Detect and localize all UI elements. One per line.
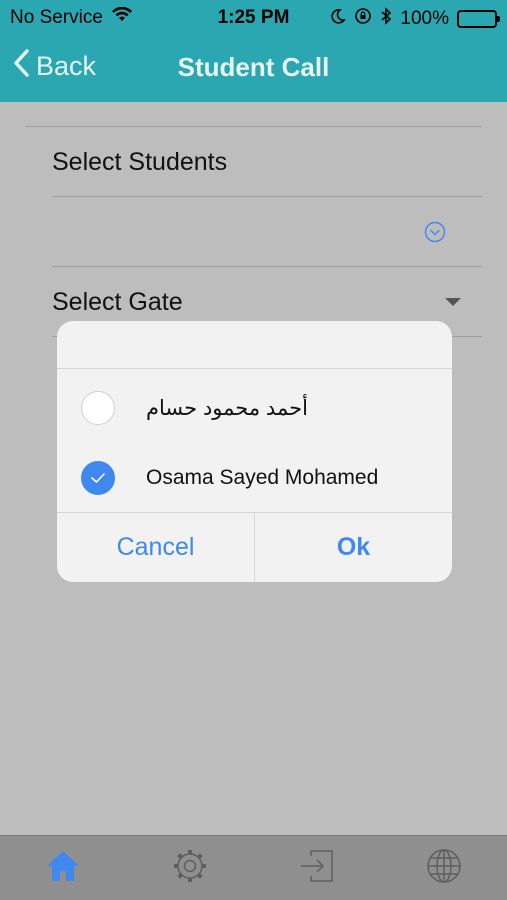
radio-checked-icon[interactable] bbox=[81, 461, 115, 495]
dialog-actions: Cancel Ok bbox=[57, 512, 452, 582]
moon-icon bbox=[330, 8, 347, 30]
gate-label[interactable]: Select Gate bbox=[52, 288, 183, 317]
home-icon bbox=[43, 846, 83, 891]
tab-bar bbox=[0, 835, 507, 900]
dialog-option[interactable]: أحمد محمود حسام bbox=[57, 372, 452, 442]
globe-icon bbox=[424, 846, 464, 891]
students-dropdown[interactable] bbox=[52, 197, 482, 265]
tab-logout[interactable] bbox=[287, 838, 347, 898]
option-label: Osama Sayed Mohamed bbox=[146, 466, 379, 489]
student-select-dialog: أحمد محمود حسام Osama Sayed Mohamed Canc… bbox=[57, 321, 452, 582]
rotation-lock-icon bbox=[354, 7, 372, 31]
cancel-button[interactable]: Cancel bbox=[57, 513, 254, 582]
radio-unchecked-icon[interactable] bbox=[81, 391, 115, 425]
dialog-option[interactable]: Osama Sayed Mohamed bbox=[57, 442, 452, 512]
ok-button[interactable]: Ok bbox=[254, 513, 452, 582]
caret-down-icon[interactable] bbox=[445, 298, 461, 306]
battery-icon bbox=[457, 10, 500, 28]
nav-bar: Back Student Call bbox=[0, 34, 507, 102]
battery-percent: 100% bbox=[400, 8, 449, 29]
status-right: 100% bbox=[330, 7, 500, 31]
chevron-down-circle-icon[interactable] bbox=[424, 221, 446, 243]
tab-settings[interactable] bbox=[160, 838, 220, 898]
bluetooth-icon bbox=[380, 7, 392, 31]
tab-home[interactable] bbox=[33, 838, 93, 898]
dialog-header bbox=[57, 321, 452, 369]
divider bbox=[26, 126, 482, 127]
settings-gear-icon bbox=[170, 846, 210, 891]
option-label: أحمد محمود حسام bbox=[146, 397, 308, 420]
logout-icon bbox=[297, 846, 337, 891]
students-label: Select Students bbox=[52, 148, 228, 176]
tab-language[interactable] bbox=[414, 838, 474, 898]
status-bar: No Service 1:25 PM 100% bbox=[0, 0, 507, 34]
page-title: Student Call bbox=[177, 52, 330, 82]
divider bbox=[52, 266, 482, 267]
